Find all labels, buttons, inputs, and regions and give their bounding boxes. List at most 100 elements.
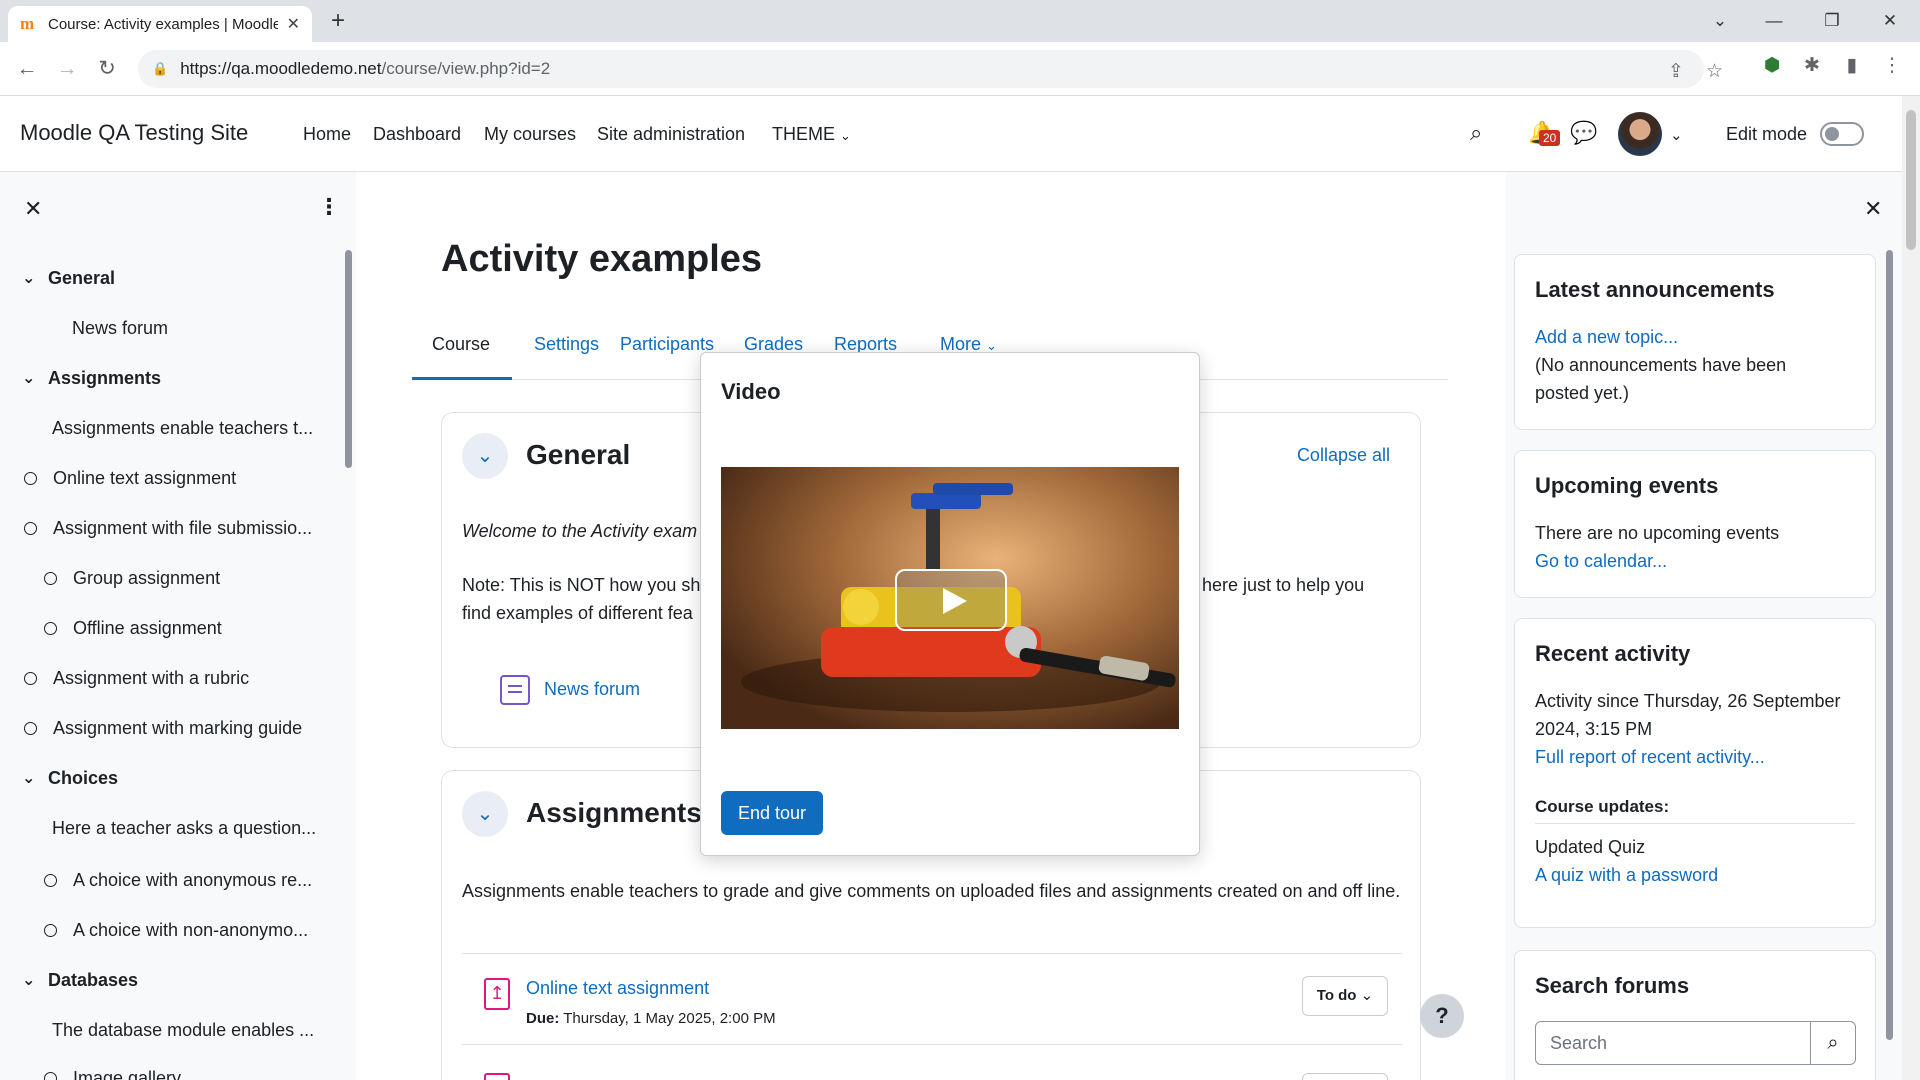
nav-my-courses[interactable]: My courses [484, 124, 576, 145]
close-drawer-icon[interactable]: ✕ [1864, 196, 1882, 222]
block-title: Latest announcements [1535, 277, 1775, 302]
index-section-assignments[interactable]: ⌄ Assignments [22, 368, 161, 389]
site-name[interactable]: Moodle QA Testing Site [20, 120, 248, 146]
completion-todo-button[interactable]: To do ⌄ [1302, 976, 1388, 1016]
activity-row: ↥ Online text assignment Due: Thursday, … [462, 953, 1402, 1045]
block-title: Upcoming events [1535, 473, 1719, 498]
page-scrollbar-thumb[interactable] [1906, 110, 1916, 250]
index-item[interactable]: The database module enables ... [52, 1020, 314, 1041]
quiz-with-password-link[interactable]: A quiz with a password [1535, 861, 1855, 889]
index-item-label: Assignment with a rubric [53, 668, 250, 688]
tab-course[interactable]: Course [432, 334, 490, 355]
nav-site-administration[interactable]: Site administration [597, 124, 745, 145]
user-tour-popover: Video End tour [700, 352, 1200, 856]
user-avatar[interactable] [1618, 112, 1662, 156]
chevron-down-icon: ⌄ [22, 972, 36, 989]
welcome-text: Welcome to the Activity exam [462, 521, 698, 541]
tab-search-chevron-icon[interactable]: ⌄ [1700, 6, 1740, 36]
browser-tab[interactable]: m Course: Activity examples | Moodle QA … [8, 6, 312, 42]
address-bar-row: ← → ↻ 🔒 https://qa.moodledemo.net/course… [0, 42, 1920, 96]
todo-label: To do [1316, 987, 1357, 1004]
url-field[interactable]: 🔒 https://qa.moodledemo.net/course/view.… [138, 50, 1723, 88]
side-panel-icon[interactable]: ▮ [1840, 54, 1864, 78]
extension-shield-icon[interactable]: ⬢ [1760, 54, 1784, 78]
index-item[interactable]: Assignment with marking guide [24, 718, 302, 739]
course-updates-heading: Course updates: [1535, 797, 1670, 816]
chevron-down-icon: ⌄ [1360, 987, 1374, 1004]
back-button[interactable]: ← [12, 54, 42, 84]
help-button[interactable]: ? [1420, 994, 1464, 1038]
search-icon[interactable]: ⌕ [1470, 120, 1482, 146]
index-item-label: Group assignment [73, 568, 221, 588]
new-tab-button[interactable]: + [324, 8, 352, 36]
index-item[interactable]: Here a teacher asks a question... [52, 818, 316, 839]
drawer-scrollbar[interactable] [345, 250, 352, 468]
end-tour-button[interactable]: End tour [721, 791, 823, 835]
index-item[interactable]: Group assignment [44, 568, 220, 589]
user-menu-chevron-icon[interactable]: ⌄ [1670, 126, 1683, 144]
index-item[interactable]: A choice with non-anonymo... [44, 920, 308, 941]
messages-icon[interactable]: 💬 [1570, 120, 1597, 146]
drawer-scrollbar[interactable] [1886, 250, 1893, 1040]
tab-more-label: More [940, 334, 982, 354]
news-forum-link[interactable]: News forum [544, 679, 640, 700]
minimize-button[interactable]: — [1754, 6, 1794, 36]
index-item[interactable]: News forum [72, 318, 168, 339]
blocks-drawer: ✕ Latest announcements Add a new topic..… [1506, 172, 1902, 1080]
tab-participants[interactable]: Participants [620, 334, 714, 355]
index-item[interactable]: Assignment with file submissio... [24, 518, 312, 539]
go-to-calendar-link[interactable]: Go to calendar... [1535, 547, 1855, 575]
index-item[interactable]: Assignment with a rubric [24, 668, 249, 689]
search-icon[interactable]: ⌕ [1810, 1021, 1856, 1065]
tour-video-player[interactable] [721, 467, 1179, 729]
index-section-general[interactable]: ⌄ General [22, 268, 115, 289]
index-item[interactable]: Image gallery [44, 1068, 181, 1080]
add-new-topic-link[interactable]: Add a new topic... [1535, 323, 1855, 351]
completion-circle-icon [24, 472, 37, 485]
page-scrollbar[interactable] [1902, 96, 1920, 1080]
search-forums-input[interactable]: Search [1535, 1021, 1811, 1065]
reload-button[interactable]: ↻ [92, 54, 122, 84]
section-description: Assignments enable teachers to grade and… [462, 881, 1401, 901]
window-close-button[interactable]: ✕ [1870, 6, 1910, 36]
forward-button[interactable]: → [52, 54, 82, 84]
close-drawer-icon[interactable]: ✕ [24, 196, 42, 222]
tour-step-title: Video [721, 379, 781, 404]
online-text-assignment-link[interactable]: Online text assignment [526, 978, 709, 999]
share-icon[interactable]: ⇪ [1668, 60, 1684, 83]
assignment-upload-icon [484, 1073, 510, 1080]
browser-menu-icon[interactable]: ⋮ [1880, 54, 1904, 78]
extensions-puzzle-icon[interactable]: ✱ [1800, 54, 1824, 78]
index-item[interactable]: A choice with anonymous re... [44, 870, 312, 891]
play-icon[interactable] [895, 569, 1007, 631]
nav-home[interactable]: Home [303, 124, 351, 145]
completion-button[interactable] [1302, 1073, 1388, 1080]
index-section-databases[interactable]: ⌄ Databases [22, 970, 138, 991]
index-item[interactable]: Online text assignment [24, 468, 236, 489]
section-collapse-chevron-icon[interactable]: ⌄ [462, 433, 508, 479]
section-title: General [526, 439, 631, 470]
activity-row [462, 1053, 1402, 1080]
forum-icon [500, 675, 530, 705]
section-collapse-chevron-icon[interactable]: ⌄ [462, 791, 508, 837]
index-item[interactable]: Offline assignment [44, 618, 222, 639]
course-index-options-icon[interactable]: ⋮ [318, 194, 340, 220]
active-tab-indicator [412, 377, 512, 380]
collapse-all-link[interactable]: Collapse all [1297, 445, 1390, 466]
due-value: Thursday, 1 May 2025, 2:00 PM [563, 1010, 776, 1027]
index-item[interactable]: Assignments enable teachers t... [52, 418, 313, 439]
full-report-link[interactable]: Full report of recent activity... [1535, 743, 1855, 771]
bookmark-star-icon[interactable]: ☆ [1706, 60, 1723, 83]
nav-dashboard[interactable]: Dashboard [373, 124, 461, 145]
nav-theme-label: THEME [772, 124, 835, 144]
restore-button[interactable]: ❐ [1812, 6, 1852, 36]
note-text-start: Note: This is NOT how you sh [462, 575, 701, 595]
tab-settings[interactable]: Settings [534, 334, 599, 355]
tab-close-icon[interactable]: ✕ [287, 14, 300, 34]
nav-theme[interactable]: THEME ⌄ [772, 124, 851, 145]
edit-mode-toggle[interactable] [1820, 122, 1864, 146]
note-text-line2: find examples of different fea [462, 603, 693, 623]
index-section-choices[interactable]: ⌄ Choices [22, 768, 118, 789]
completion-circle-icon [24, 672, 37, 685]
chevron-down-icon: ⌄ [22, 270, 36, 287]
